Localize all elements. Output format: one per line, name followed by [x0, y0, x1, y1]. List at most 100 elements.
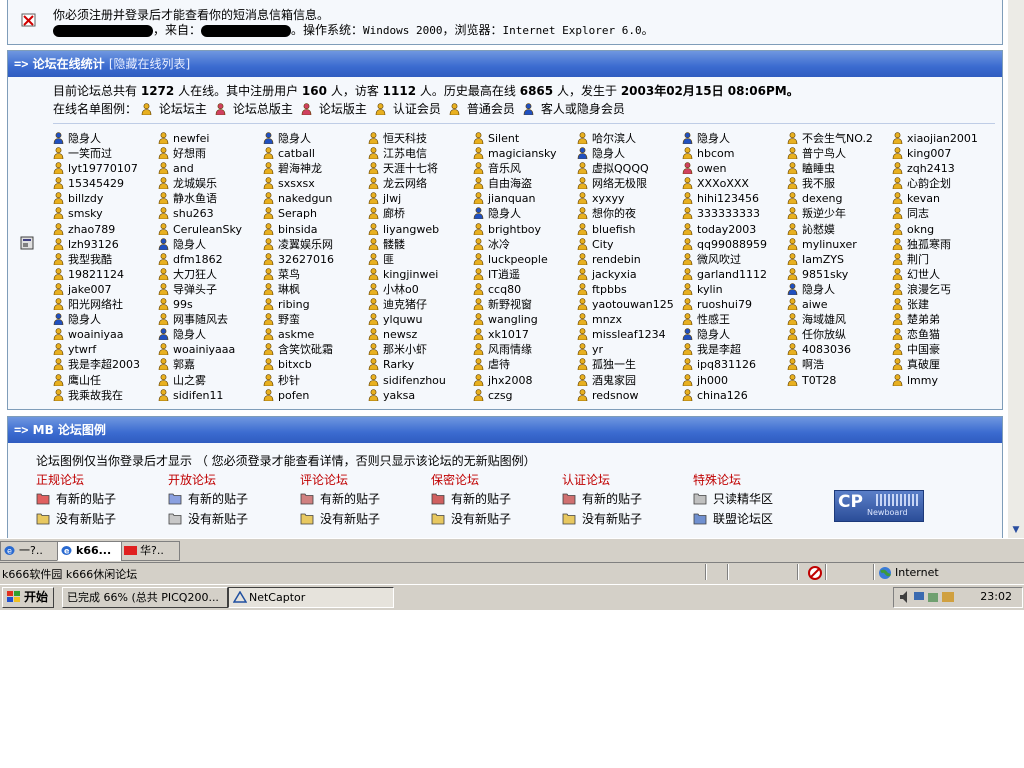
online-user[interactable]: Seraph — [263, 206, 367, 221]
user-name[interactable]: 99s — [173, 297, 193, 312]
vertical-scrollbar[interactable]: ▼ — [1008, 0, 1024, 538]
user-name[interactable]: 隐身人 — [68, 312, 101, 327]
user-name[interactable]: 琳枫 — [278, 282, 300, 297]
user-name[interactable]: kylin — [697, 282, 723, 297]
online-user[interactable]: 不会生气NO.2 — [787, 131, 891, 146]
online-user[interactable]: 叛逆少年 — [787, 206, 891, 221]
online-user[interactable]: missleaf1234 — [577, 327, 681, 342]
online-user[interactable]: today2003 — [682, 222, 786, 237]
user-name[interactable]: 隐身人 — [68, 131, 101, 146]
online-user[interactable]: 幻世人 — [892, 267, 996, 282]
user-name[interactable]: bitxcb — [278, 357, 312, 372]
user-name[interactable]: 恋鱼猫 — [907, 327, 940, 342]
online-user[interactable]: 任你放纵 — [787, 327, 891, 342]
online-user[interactable]: lmmy — [892, 373, 996, 388]
user-name[interactable]: ytwrf — [68, 342, 96, 357]
online-user[interactable]: 我型我酷 — [53, 252, 157, 267]
online-user[interactable]: jackyxia — [577, 267, 681, 282]
user-name[interactable]: aiwe — [802, 297, 828, 312]
user-name[interactable]: 浪漫乞丐 — [907, 282, 951, 297]
user-name[interactable]: 凌翼娱乐网 — [278, 237, 333, 252]
online-user[interactable]: woainiyaaa — [158, 342, 262, 357]
user-name[interactable]: 中国豪 — [907, 342, 940, 357]
online-user[interactable]: ylquwu — [368, 312, 472, 327]
start-button[interactable]: 开始 — [2, 587, 54, 608]
user-name[interactable]: dfm1862 — [173, 252, 223, 267]
user-name[interactable]: xiaojian2001 — [907, 131, 978, 146]
user-name[interactable]: ipq831126 — [697, 357, 756, 372]
user-name[interactable]: 哈尔滨人 — [592, 131, 636, 146]
online-user[interactable]: 隐身人 — [53, 312, 157, 327]
online-user[interactable]: 郭嘉 — [158, 357, 262, 372]
online-user[interactable]: king007 — [892, 146, 996, 161]
online-user[interactable]: IamZYS — [787, 252, 891, 267]
online-user[interactable]: 隐身人 — [158, 237, 262, 252]
online-user[interactable]: 啊浩 — [787, 357, 891, 372]
online-user[interactable]: 鹰山任 — [53, 373, 157, 388]
online-user[interactable]: 心韵企划 — [892, 176, 996, 191]
online-user[interactable]: 隐身人 — [682, 131, 786, 146]
browser-tab[interactable]: 华?.. — [121, 541, 180, 561]
online-user[interactable]: 我是李超 — [682, 342, 786, 357]
online-user[interactable]: lzh93126 — [53, 237, 157, 252]
user-name[interactable]: 风雨情缘 — [488, 342, 532, 357]
online-user[interactable]: 瞌睡虫 — [787, 161, 891, 176]
user-name[interactable]: 江苏电信 — [383, 146, 427, 161]
user-name[interactable]: 好想雨 — [173, 146, 206, 161]
user-name[interactable]: china126 — [697, 388, 748, 403]
online-user[interactable]: 迪克猪仔 — [368, 297, 472, 312]
online-user[interactable]: 一笑而过 — [53, 146, 157, 161]
online-user[interactable]: 新野视窗 — [473, 297, 577, 312]
user-name[interactable]: 想你的夜 — [592, 206, 636, 221]
user-name[interactable]: brightboy — [488, 222, 541, 237]
online-user[interactable]: shu263 — [158, 206, 262, 221]
user-name[interactable]: 15345429 — [68, 176, 124, 191]
online-user[interactable]: bluefish — [577, 222, 681, 237]
user-name[interactable]: 髅髅 — [383, 237, 405, 252]
user-name[interactable]: 导弹头子 — [173, 282, 217, 297]
online-user[interactable]: sxsxsx — [263, 176, 367, 191]
online-user[interactable]: 99s — [158, 297, 262, 312]
user-name[interactable]: IamZYS — [802, 252, 844, 267]
user-name[interactable]: qq99088959 — [697, 237, 767, 252]
hide-online-list-link[interactable]: [隐藏在线列表] — [109, 57, 190, 71]
online-user[interactable]: aiwe — [787, 297, 891, 312]
user-name[interactable]: jlwj — [383, 191, 401, 206]
online-user[interactable]: 张建 — [892, 297, 996, 312]
online-user[interactable]: 中国豪 — [892, 342, 996, 357]
user-name[interactable]: czsg — [488, 388, 513, 403]
user-name[interactable]: mnzx — [592, 312, 622, 327]
online-user[interactable]: qq99088959 — [682, 237, 786, 252]
online-user[interactable]: lyt19770107 — [53, 161, 157, 176]
online-user[interactable]: jianquan — [473, 191, 577, 206]
online-user[interactable]: yr — [577, 342, 681, 357]
online-user[interactable]: 音乐风 — [473, 161, 577, 176]
online-user[interactable]: 隐身人 — [158, 327, 262, 342]
online-user[interactable]: CeruleanSky — [158, 222, 262, 237]
user-name[interactable]: ribing — [278, 297, 310, 312]
online-user[interactable]: smsky — [53, 206, 157, 221]
user-name[interactable]: catball — [278, 146, 315, 161]
online-user[interactable]: newfei — [158, 131, 262, 146]
user-name[interactable]: redsnow — [592, 388, 638, 403]
online-user[interactable]: woainiyaa — [53, 327, 157, 342]
online-user[interactable]: 那米小虾 — [368, 342, 472, 357]
user-name[interactable]: liyangweb — [383, 222, 439, 237]
user-name[interactable]: City — [592, 237, 614, 252]
user-name[interactable]: 我型我酷 — [68, 252, 112, 267]
user-name[interactable]: jackyxia — [592, 267, 637, 282]
user-name[interactable]: woainiyaaa — [173, 342, 235, 357]
user-name[interactable]: luckpeople — [488, 252, 548, 267]
online-user[interactable]: wangling — [473, 312, 577, 327]
online-user[interactable]: 凌翼娱乐网 — [263, 237, 367, 252]
online-user[interactable]: 隐身人 — [682, 327, 786, 342]
online-user[interactable]: liyangweb — [368, 222, 472, 237]
user-name[interactable]: nakedgun — [278, 191, 332, 206]
online-user[interactable]: 隐身人 — [577, 146, 681, 161]
user-name[interactable]: 4083036 — [802, 342, 851, 357]
user-name[interactable]: 龙云网络 — [383, 176, 427, 191]
user-name[interactable]: 自由海盗 — [488, 176, 532, 191]
online-user[interactable]: zhao789 — [53, 222, 157, 237]
taskbar-button[interactable]: 已完成 66% (总共 PICQ200... — [62, 587, 228, 608]
user-name[interactable]: shu263 — [173, 206, 214, 221]
